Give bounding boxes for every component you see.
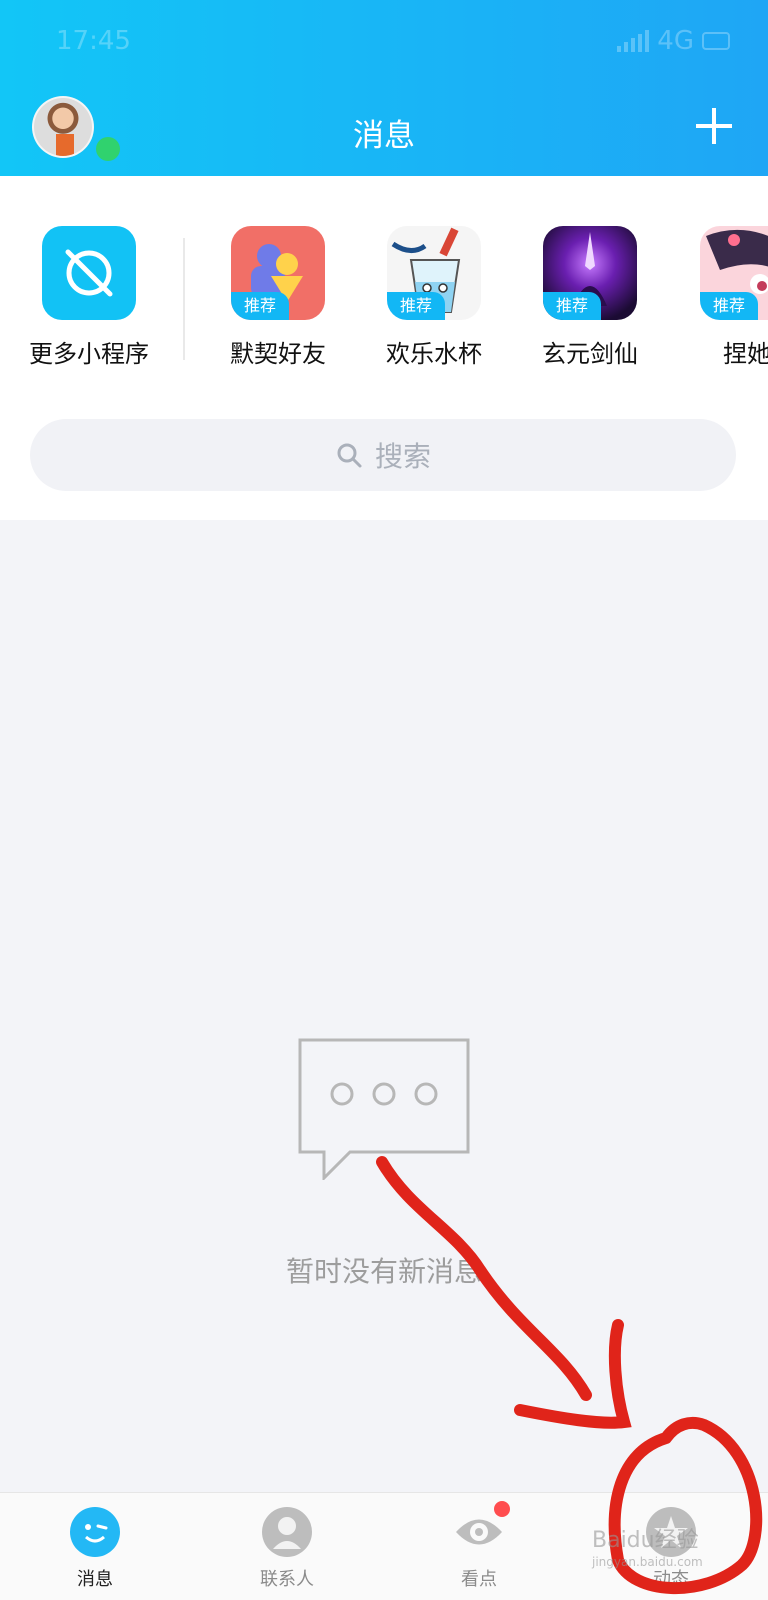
mini-program-label: 更多小程序 <box>29 340 149 368</box>
status-time: 17:45 <box>56 26 131 56</box>
tab-contacts[interactable]: 联系人 <box>232 1507 342 1591</box>
watermark-url: jingyan.baidu.com <box>592 1555 703 1569</box>
search-input[interactable]: 搜索 <box>30 419 736 491</box>
mini-program-label: 玄元剑仙 <box>542 340 638 368</box>
mini-program-label: 捏她 <box>723 340 768 368</box>
recommend-tag: 推荐 <box>543 292 601 320</box>
battery-icon <box>702 32 730 50</box>
friends-icon: 推荐 <box>231 226 325 320</box>
tab-label: 消息 <box>77 1569 113 1590</box>
tab-label: 联系人 <box>260 1569 314 1590</box>
mini-program-label: 欢乐水杯 <box>386 340 482 368</box>
mini-program-water-cup[interactable]: 推荐 欢乐水杯 <box>369 226 499 369</box>
eye-icon <box>454 1501 510 1557</box>
page-title: 消息 <box>353 118 415 154</box>
add-plus-icon[interactable] <box>696 108 732 144</box>
app-header: 17:45 4G 消息 <box>0 0 768 176</box>
recommend-tag: 推荐 <box>231 292 289 320</box>
notification-badge <box>494 1501 510 1517</box>
mini-program-more[interactable]: 更多小程序 <box>24 226 154 369</box>
recommend-tag: 推荐 <box>387 292 445 320</box>
watermark: Baidu经验 jingyan.baidu.com <box>592 1528 703 1569</box>
empty-message-text: 暂时没有新消息 <box>285 1255 482 1288</box>
sword-fairy-icon: 推荐 <box>543 226 637 320</box>
search-placeholder: 搜索 <box>374 440 431 473</box>
mini-program-nie-ta[interactable]: 推荐 捏她 <box>682 226 768 369</box>
water-cup-icon: 推荐 <box>387 226 481 320</box>
anime-girl-icon: 推荐 <box>700 226 768 320</box>
tab-messages[interactable]: 消息 <box>40 1507 150 1591</box>
status-bar: 17:45 4G <box>56 26 730 60</box>
planet-icon <box>42 226 136 320</box>
status-right: 4G <box>617 26 730 56</box>
tab-kandian[interactable]: 看点 <box>424 1501 534 1591</box>
watermark-brand: Baidu经验 <box>592 1528 699 1553</box>
chat-face-icon <box>70 1507 120 1557</box>
search-icon <box>335 441 363 469</box>
empty-chat-icon <box>298 1038 470 1182</box>
recommend-tag: 推荐 <box>700 292 758 320</box>
mini-program-moqi[interactable]: 推荐 默契好友 <box>213 226 343 369</box>
mini-program-section: 更多小程序 推荐 默契好友 推荐 欢乐水杯 推荐 玄元剑仙 推荐 捏她 搜索 <box>0 176 768 520</box>
person-icon <box>262 1507 312 1557</box>
signal-icon <box>617 30 650 52</box>
mini-program-label: 默契好友 <box>230 340 326 368</box>
mini-program-xuanyuan[interactable]: 推荐 玄元剑仙 <box>525 226 655 369</box>
tab-label: 看点 <box>461 1569 497 1590</box>
mini-program-divider <box>183 238 185 360</box>
network-type: 4G <box>657 26 694 56</box>
